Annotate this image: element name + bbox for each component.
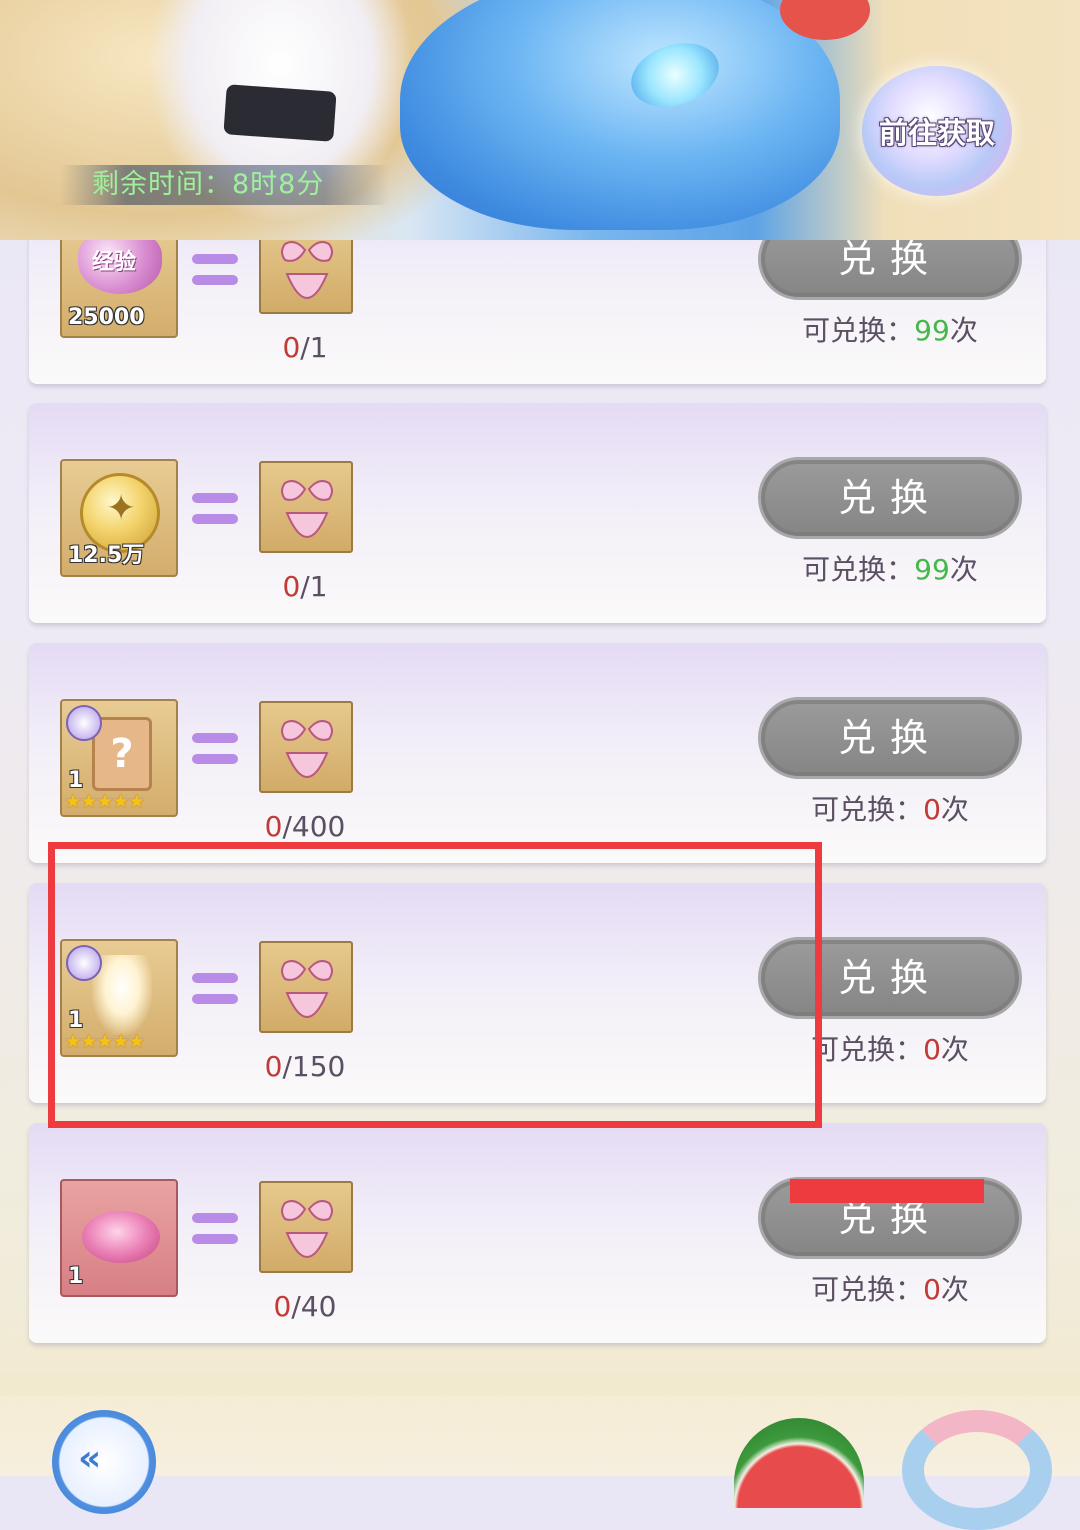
exchange-button[interactable]: 兑换: [758, 697, 1022, 779]
star-rating: ★★★★★: [64, 1029, 146, 1053]
equals-icon: [192, 493, 238, 535]
experience-label: 经验: [92, 250, 137, 275]
goto-obtain-label: 前往获取: [878, 116, 995, 150]
exchange-limit: 可兑换：0次: [811, 1033, 969, 1066]
exchange-button[interactable]: 兑换: [758, 457, 1022, 539]
exchange-limit: 可兑换：99次: [802, 314, 978, 347]
swim-ring-icon: [902, 1410, 1052, 1530]
exchange-limit: 可兑换：99次: [802, 553, 978, 586]
progress-text: 0/1: [282, 570, 328, 603]
experience-heart-icon: 经验: [78, 240, 162, 294]
exchange-button[interactable]: 兑换: [758, 240, 1022, 300]
progress-text: 0/400: [264, 810, 346, 843]
exchange-limit: 可兑换：0次: [811, 1273, 969, 1306]
item-tile[interactable]: 12.5万: [60, 459, 178, 577]
item-tile[interactable]: 经验 25000: [60, 240, 178, 338]
equals-icon: [192, 733, 238, 775]
reward-tile[interactable]: [259, 941, 353, 1033]
equals-icon: [192, 973, 238, 1015]
exchange-list[interactable]: 经验 25000 0/1 兑换 可兑换：99次 12.5万: [0, 240, 1080, 1380]
rank-badge-icon: [66, 705, 102, 741]
equals-icon: [192, 1213, 238, 1255]
reward-tile[interactable]: [259, 461, 353, 553]
item-tile[interactable]: ? 1 ★★★★★: [60, 699, 178, 817]
rank-badge-icon: [66, 945, 102, 981]
bikini-icon: [281, 1200, 333, 1259]
back-arrow-icon: «: [78, 1438, 102, 1479]
exchange-button[interactable]: 兑换: [758, 937, 1022, 1019]
progress-text: 0/1: [282, 331, 328, 364]
item-tile[interactable]: 1 ★★★★★: [60, 939, 178, 1057]
item-quantity: 12.5万: [68, 543, 145, 568]
bikini-icon: [281, 720, 333, 779]
reward-tile[interactable]: [259, 701, 353, 793]
item-tile[interactable]: 1: [60, 1179, 178, 1297]
slime-creature: [400, 0, 840, 230]
bikini-icon: [281, 241, 333, 300]
exchange-row: ? 1 ★★★★★ 0/400 兑换 可兑换：0次: [29, 643, 1046, 863]
exchange-row: 1 ★★★★★ 0/150 兑换 可兑换：0次: [29, 883, 1046, 1103]
progress-text: 0/40: [273, 1290, 337, 1323]
remaining-time-label: 剩余时间：8时8分: [60, 165, 390, 205]
item-quantity: 1: [68, 1264, 84, 1289]
goto-obtain-button[interactable]: 前往获取: [862, 66, 1012, 196]
lips-icon: [82, 1211, 160, 1263]
highlight-bar: [790, 1179, 984, 1203]
character-belt: [223, 84, 337, 142]
event-banner: 剩余时间：8时8分 前往获取: [0, 0, 1080, 240]
reward-tile[interactable]: [259, 1181, 353, 1273]
exchange-limit: 可兑换：0次: [811, 793, 969, 826]
item-quantity: 25000: [68, 305, 145, 330]
exchange-row: 12.5万 0/1 兑换 可兑换：99次: [29, 403, 1046, 623]
star-rating: ★★★★★: [64, 789, 146, 813]
bikini-icon: [281, 960, 333, 1019]
reward-tile[interactable]: [259, 240, 353, 314]
exchange-row: 经验 25000 0/1 兑换 可兑换：99次: [29, 240, 1046, 384]
back-button[interactable]: «: [52, 1410, 156, 1514]
bikini-icon: [281, 480, 333, 539]
equals-icon: [192, 254, 238, 296]
exchange-row: 1 0/40 兑换 可兑换：0次: [29, 1123, 1046, 1343]
progress-text: 0/150: [264, 1050, 346, 1083]
